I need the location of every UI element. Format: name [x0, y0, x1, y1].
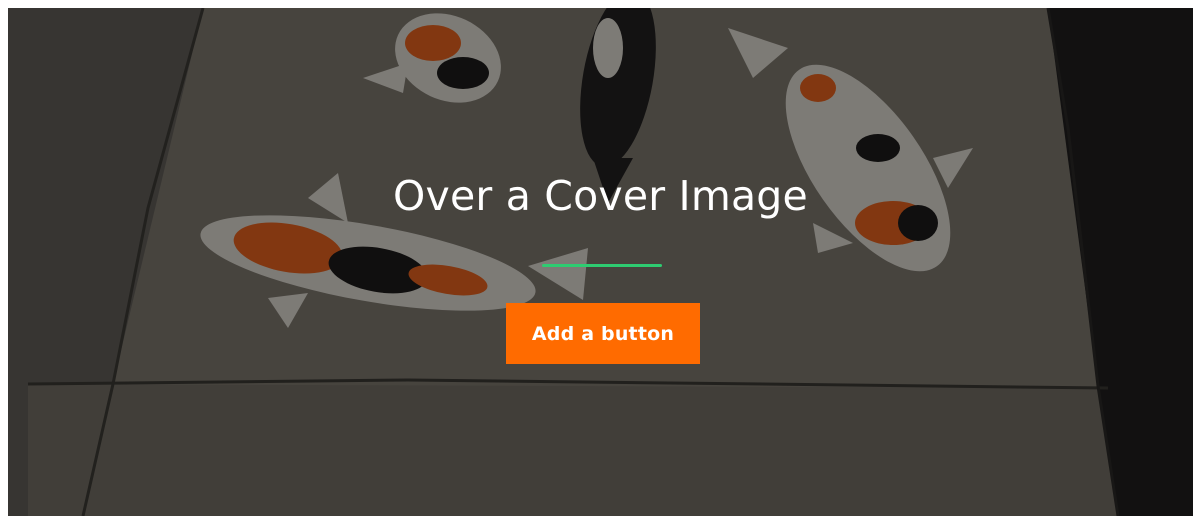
title-separator	[542, 264, 662, 267]
add-a-button[interactable]: Add a button	[506, 303, 700, 364]
cover-content: Over a Cover Image Add a button	[8, 8, 1193, 516]
cover-title: Over a Cover Image	[393, 172, 808, 220]
cover-block: Over a Cover Image Add a button	[8, 8, 1193, 516]
